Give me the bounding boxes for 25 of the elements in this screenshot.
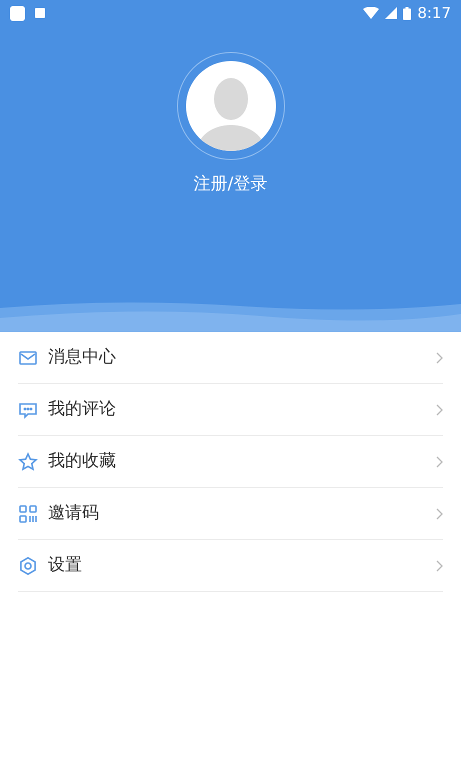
chevron-icon <box>436 352 443 364</box>
menu-item[interactable]: 消息中心 <box>18 332 443 384</box>
signal-icon <box>385 7 398 19</box>
menu-item[interactable]: 我的评论 <box>18 384 443 436</box>
avatar[interactable] <box>186 61 276 151</box>
chevron-icon <box>436 508 443 520</box>
menu-item[interactable]: 我的收藏 <box>18 436 443 488</box>
settings-icon <box>18 556 38 576</box>
menu-label: 设置 <box>48 554 82 577</box>
menu-label: 我的评论 <box>48 398 116 421</box>
app-icon <box>35 8 45 18</box>
notification-icon <box>10 6 25 20</box>
menu-label: 我的收藏 <box>48 450 116 473</box>
chevron-icon <box>436 404 443 416</box>
chevron-icon <box>436 456 443 468</box>
menu-label: 消息中心 <box>48 346 116 369</box>
battery-icon <box>403 6 412 20</box>
chevron-icon <box>436 560 443 572</box>
star-icon <box>18 452 38 472</box>
wifi-icon <box>363 7 380 19</box>
menu-label: 邀请码 <box>48 502 99 525</box>
clock-time: 8:17 <box>417 2 451 24</box>
qr-code-icon <box>18 504 38 524</box>
menu-item[interactable]: 设置 <box>18 540 443 592</box>
menu-item[interactable]: 邀请码 <box>18 488 443 540</box>
